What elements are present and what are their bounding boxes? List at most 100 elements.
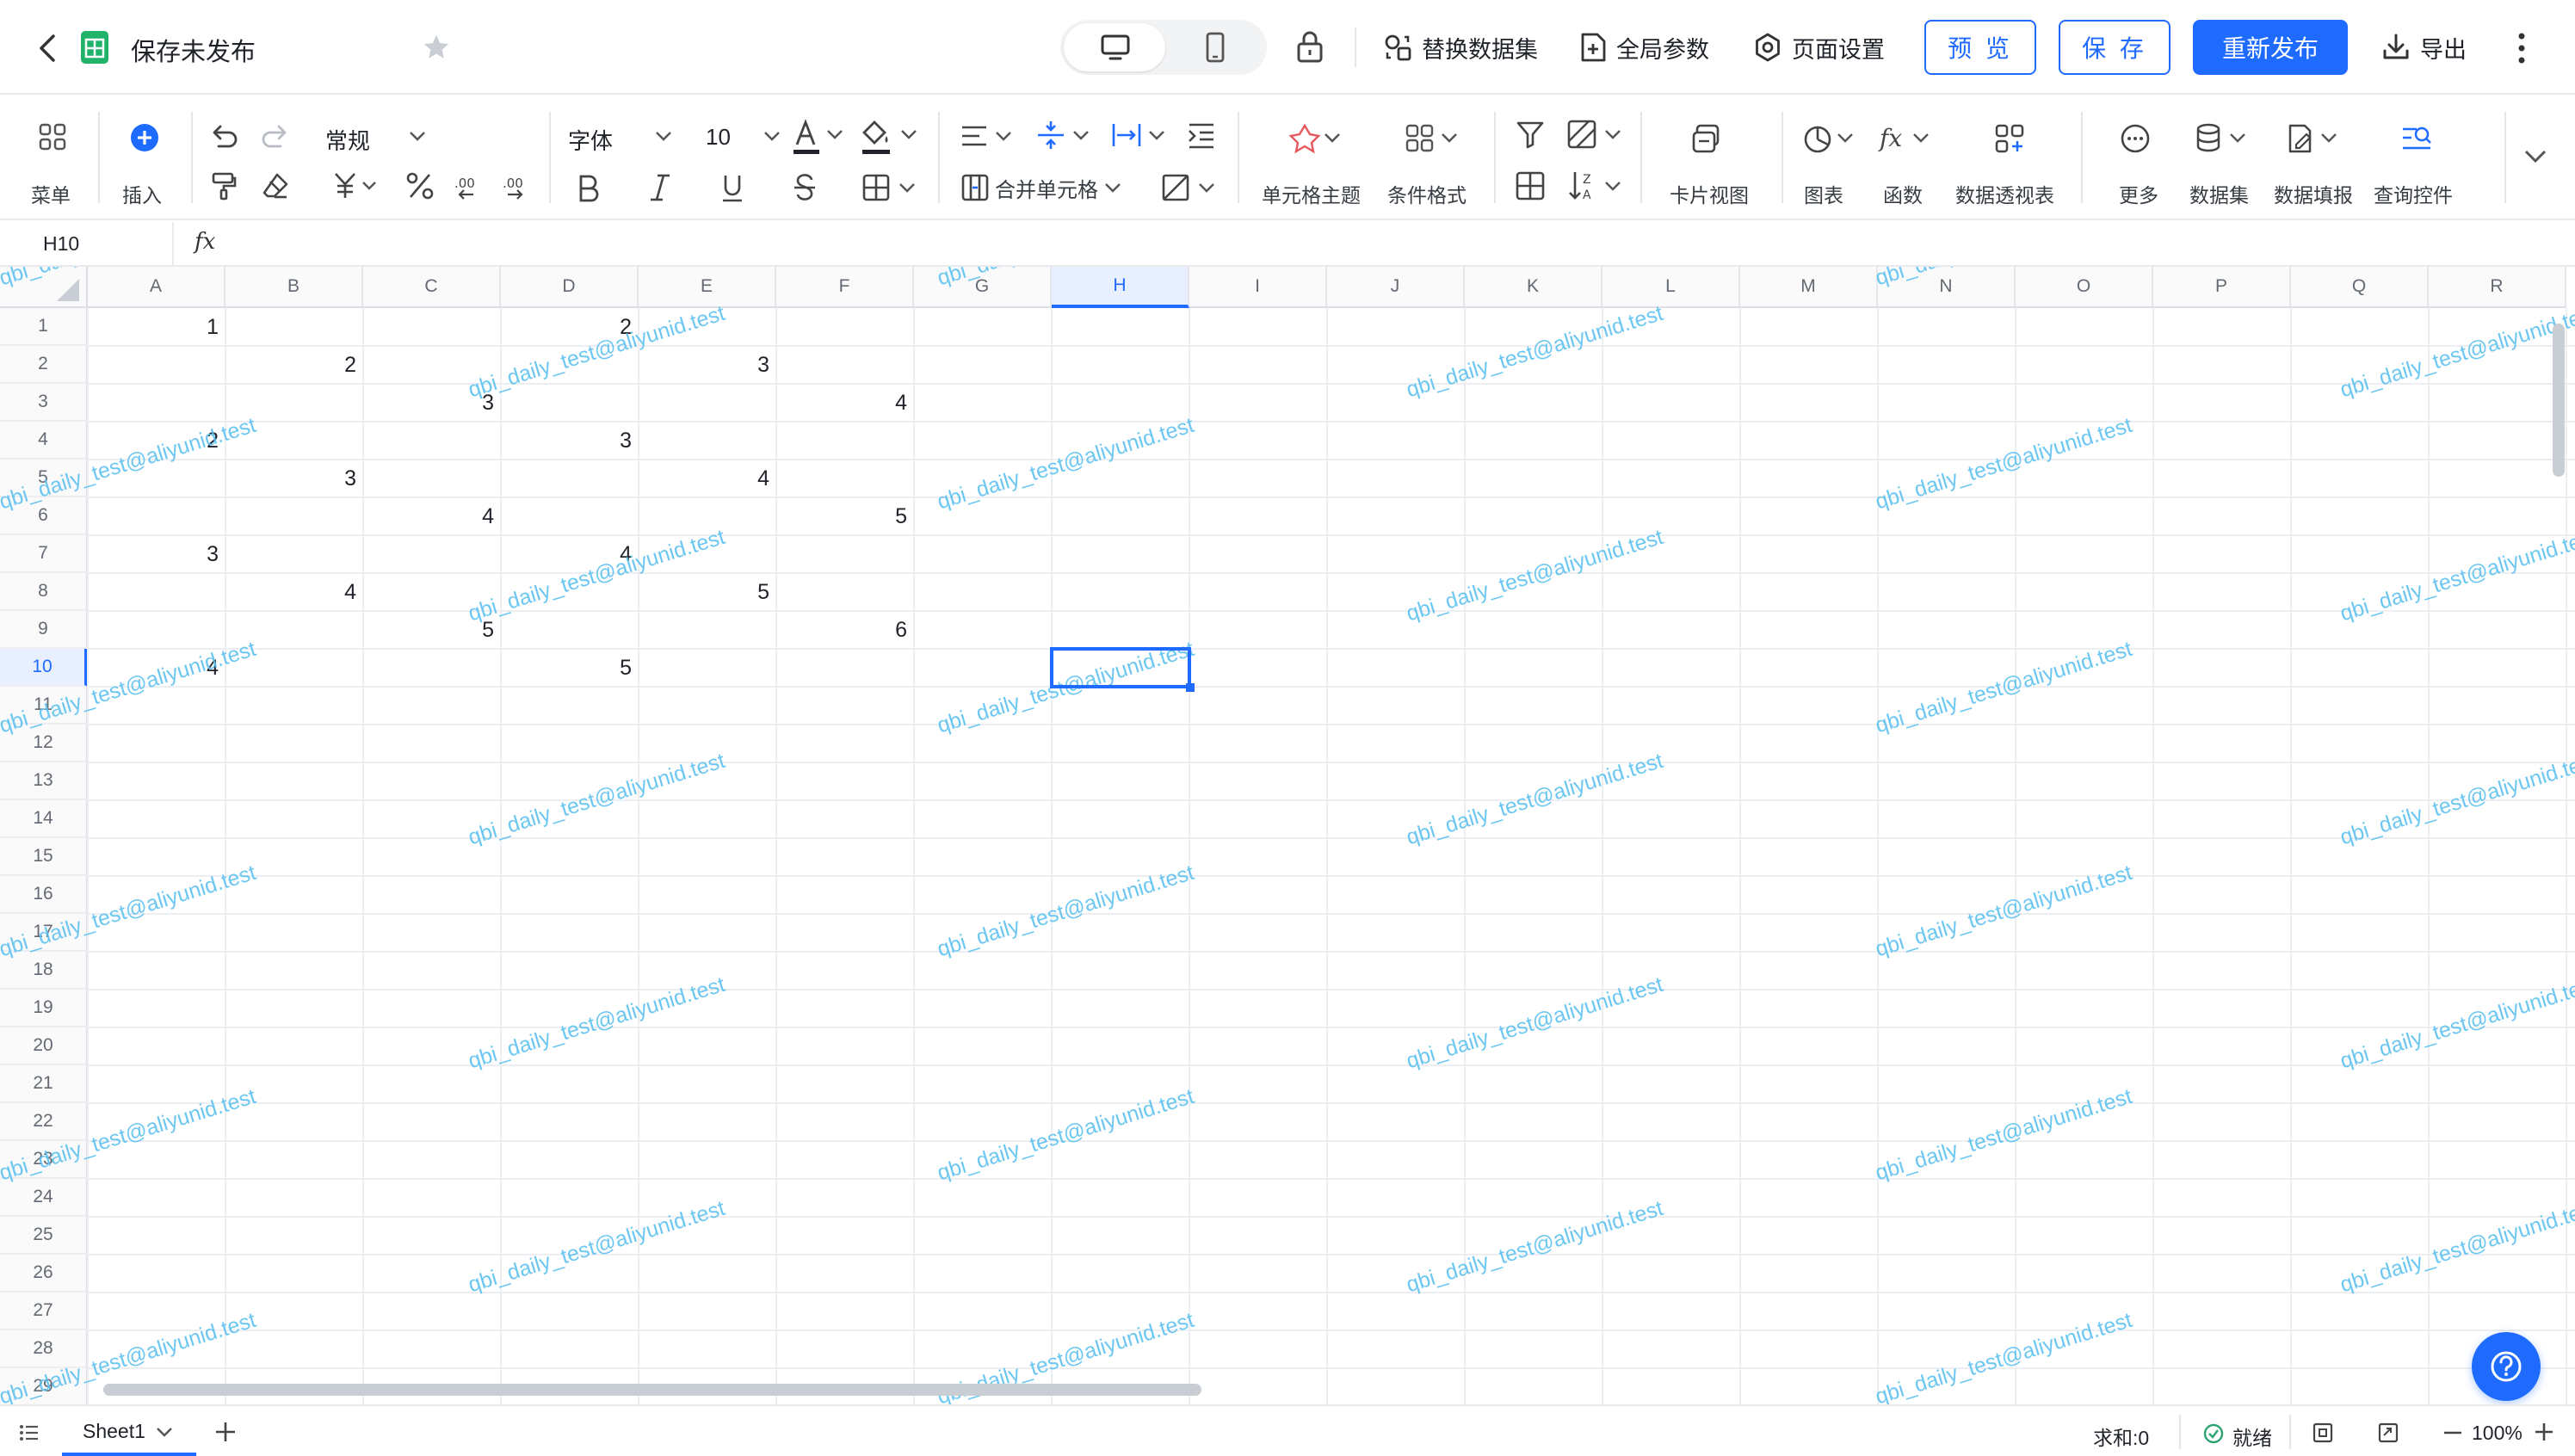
- cell-f9[interactable]: 6: [776, 618, 914, 643]
- decrease-decimal-icon[interactable]: .00: [453, 170, 487, 201]
- cell-c3[interactable]: 3: [363, 391, 501, 416]
- data-fill-button[interactable]: 数据填报: [2270, 117, 2365, 212]
- cell-d10[interactable]: 5: [501, 656, 639, 681]
- cell-d7[interactable]: 4: [501, 542, 639, 567]
- preview-button[interactable]: 预 览: [1924, 20, 2036, 75]
- selected-cell-outline[interactable]: [1050, 647, 1191, 688]
- plus-circle-icon: [129, 122, 160, 153]
- underline-icon[interactable]: [719, 172, 745, 203]
- freeze-panes-icon[interactable]: [1515, 170, 1546, 201]
- cell-a4[interactable]: 2: [88, 429, 225, 453]
- global-params-button[interactable]: 全局参数: [1578, 26, 1709, 69]
- card-view-button[interactable]: 卡片视图: [1661, 117, 1756, 212]
- cell-e8[interactable]: 5: [639, 580, 776, 605]
- spreadsheet-grid[interactable]: ABCDEFGHIJKLMNOPQR 1 2 3 4 5 6 7 8 9 10 11 12 13 14 15…: [0, 267, 2575, 1404]
- cell-d1[interactable]: 2: [501, 315, 639, 340]
- replace-dataset-icon: [1382, 32, 1413, 63]
- data-validation-icon[interactable]: [1566, 119, 1628, 150]
- text-wrap-icon[interactable]: [1110, 119, 1172, 151]
- horizontal-scrollbar[interactable]: [103, 1384, 1201, 1396]
- vertical-align-icon[interactable]: [1034, 119, 1096, 151]
- mobile-mode-button[interactable]: [1169, 23, 1263, 71]
- device-toggle: [1060, 20, 1267, 75]
- cell-b8[interactable]: 4: [225, 580, 363, 605]
- add-sheet-plus-icon[interactable]: [213, 1420, 238, 1444]
- replace-dataset-button[interactable]: 替换数据集: [1382, 26, 1538, 69]
- chart-button[interactable]: 图表: [1799, 117, 1868, 212]
- dataset-button[interactable]: 数据集: [2186, 117, 2255, 212]
- cell-a10[interactable]: 4: [88, 656, 225, 681]
- fullscreen-icon[interactable]: [2377, 1422, 2399, 1444]
- currency-yuan-icon[interactable]: [330, 169, 379, 201]
- font-color-icon[interactable]: [790, 117, 850, 157]
- borders-icon[interactable]: [861, 172, 923, 203]
- cell-e5[interactable]: 4: [639, 466, 776, 491]
- sort-icon[interactable]: ZA: [1566, 169, 1628, 203]
- italic-icon[interactable]: [647, 172, 673, 203]
- sheet-tab-sheet1[interactable]: Sheet1: [62, 1406, 196, 1456]
- percent-icon[interactable]: [404, 170, 435, 201]
- fill-color-icon[interactable]: [859, 117, 924, 157]
- export-button[interactable]: 导出: [2380, 26, 2467, 69]
- font-size-dropdown[interactable]: 10: [704, 120, 790, 155]
- more-button[interactable]: 更多: [2103, 117, 2172, 212]
- cell-f3[interactable]: 4: [776, 391, 914, 416]
- vertical-scrollbar[interactable]: [2553, 324, 2565, 477]
- more-vertical-icon[interactable]: [2513, 29, 2530, 67]
- zoom-in-icon[interactable]: [2534, 1422, 2554, 1442]
- fit-view-icon[interactable]: [2312, 1422, 2334, 1444]
- cell-a7[interactable]: 3: [88, 542, 225, 567]
- cell-c6[interactable]: 4: [363, 504, 501, 529]
- toolbar-divider: [191, 112, 193, 203]
- top-header: 保存未发布 替换数据集 全局参数 页面设置 预 览 保 存 重新发布 导出: [0, 0, 2575, 95]
- insert-label: 插入: [122, 184, 162, 207]
- sheet-list-icon[interactable]: [19, 1423, 40, 1442]
- filter-icon[interactable]: [1515, 119, 1546, 150]
- save-button[interactable]: 保 存: [2059, 20, 2171, 75]
- help-button[interactable]: [2472, 1332, 2541, 1401]
- font-family-dropdown[interactable]: 字体: [568, 120, 680, 155]
- page-settings-button[interactable]: 页面设置: [1752, 26, 1885, 69]
- republish-button[interactable]: 重新发布: [2193, 20, 2348, 75]
- format-painter-icon[interactable]: [208, 170, 239, 201]
- collapse-toolbar-chevron-icon[interactable]: [2522, 145, 2549, 169]
- cell-theme-button[interactable]: 单元格主题: [1258, 117, 1370, 212]
- more-circle-icon: [2119, 122, 2152, 155]
- chevron-down-icon: [654, 129, 673, 147]
- cell-b2[interactable]: 2: [225, 353, 363, 378]
- insert-button[interactable]: 插入: [110, 117, 179, 212]
- cell-c9[interactable]: 5: [363, 618, 501, 643]
- function-button[interactable]: fx 函数: [1874, 117, 1943, 212]
- query-control-button[interactable]: 查询控件: [2374, 117, 2468, 212]
- desktop-mode-button[interactable]: [1064, 23, 1165, 71]
- strikethrough-icon[interactable]: [792, 172, 818, 203]
- increase-decimal-icon[interactable]: .00: [501, 170, 535, 201]
- redo-icon[interactable]: [260, 120, 291, 151]
- pivot-table-button[interactable]: 数据透视表: [1952, 117, 2064, 212]
- zoom-out-icon[interactable]: [2442, 1430, 2463, 1435]
- undo-icon[interactable]: [208, 120, 239, 151]
- formula-input[interactable]: [232, 225, 2556, 262]
- bold-icon[interactable]: [575, 172, 601, 203]
- cell-f6[interactable]: 5: [776, 504, 914, 529]
- merge-cells-button[interactable]: 合并单元格: [960, 170, 1122, 205]
- clear-format-icon[interactable]: [1160, 172, 1222, 203]
- back-chevron-icon[interactable]: [33, 31, 64, 65]
- toolbar-divider: [1782, 112, 1783, 203]
- horizontal-align-icon[interactable]: [959, 120, 1019, 151]
- conditional-format-button[interactable]: 条件格式: [1384, 117, 1479, 212]
- favorite-star-icon[interactable]: [422, 33, 451, 62]
- cell-b5[interactable]: 3: [225, 466, 363, 491]
- toolbar-divider: [98, 112, 100, 203]
- eraser-icon[interactable]: [260, 170, 291, 201]
- cell-e2[interactable]: 3: [639, 353, 776, 378]
- cell-a1[interactable]: 1: [88, 315, 225, 340]
- cell-d4[interactable]: 3: [501, 429, 639, 453]
- cell-reference-box[interactable]: H10: [0, 222, 174, 265]
- menu-button[interactable]: 菜单: [17, 117, 86, 212]
- svg-text:Z: Z: [1583, 173, 1591, 187]
- indent-icon[interactable]: [1186, 120, 1217, 151]
- number-format-dropdown[interactable]: 常规: [325, 120, 437, 155]
- lock-icon[interactable]: [1294, 29, 1325, 64]
- fill-handle[interactable]: [1186, 683, 1195, 692]
